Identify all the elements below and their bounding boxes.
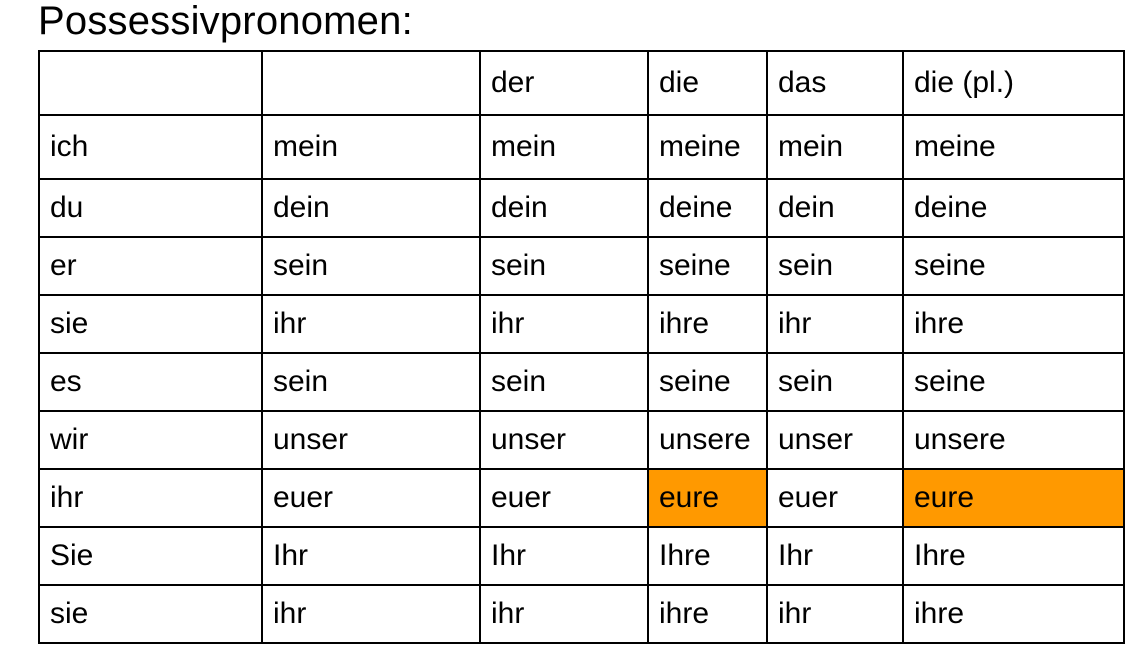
table-cell: sein [479, 352, 649, 412]
table-row: du dein dein deine dein deine [38, 178, 1125, 238]
table-cell: seine [902, 352, 1125, 412]
table-cell: ihre [647, 584, 768, 644]
table-header-row: der die das die (pl.) [38, 50, 1125, 116]
table-cell: sie [38, 584, 263, 644]
table-cell: mein [766, 114, 904, 180]
possessive-pronoun-table: der die das die (pl.) ich mein mein mein… [38, 50, 1125, 644]
table-cell: ihr [766, 294, 904, 354]
table-cell: dein [479, 178, 649, 238]
table-row: sie ihr ihr ihre ihr ihre [38, 584, 1125, 644]
table-cell: mein [479, 114, 649, 180]
table-cell: sein [766, 352, 904, 412]
table-cell: Ihr [766, 526, 904, 586]
table-cell: meine [647, 114, 768, 180]
table-cell: ihr [479, 294, 649, 354]
table-cell: du [38, 178, 263, 238]
page-title: Possessivpronomen: [38, 0, 413, 43]
table-row: sie ihr ihr ihre ihr ihre [38, 294, 1125, 354]
table-cell: unsere [902, 410, 1125, 470]
table-cell: ihre [902, 584, 1125, 644]
table-cell: dein [261, 178, 481, 238]
table-cell: ihr [38, 468, 263, 528]
header-cell [38, 50, 263, 116]
table-row: er sein sein seine sein seine [38, 236, 1125, 296]
table-cell: sein [766, 236, 904, 296]
table-cell: ihr [766, 584, 904, 644]
table-cell: seine [902, 236, 1125, 296]
table-cell: sein [479, 236, 649, 296]
table-cell: unser [261, 410, 481, 470]
table-cell: ihr [261, 294, 481, 354]
table-cell: dein [766, 178, 904, 238]
highlighted-cell: eure [902, 468, 1125, 528]
header-cell-die-plural: die (pl.) [902, 50, 1125, 116]
header-cell [261, 50, 481, 116]
table-cell: seine [647, 236, 768, 296]
table-cell: wir [38, 410, 263, 470]
header-cell-das: das [766, 50, 904, 116]
table-cell: ihre [647, 294, 768, 354]
table-cell: er [38, 236, 263, 296]
table-row: ich mein mein meine mein meine [38, 114, 1125, 180]
table-cell: euer [766, 468, 904, 528]
table-cell: unsere [647, 410, 768, 470]
table-cell: Ihre [647, 526, 768, 586]
table-cell: euer [479, 468, 649, 528]
table-row: wir unser unser unsere unser unsere [38, 410, 1125, 470]
header-cell-der: der [479, 50, 649, 116]
table-cell: ihr [479, 584, 649, 644]
table-cell: meine [902, 114, 1125, 180]
table-cell: deine [647, 178, 768, 238]
table-cell: unser [766, 410, 904, 470]
table-cell: mein [261, 114, 481, 180]
table-row: ihr euer euer eure euer eure [38, 468, 1125, 528]
header-cell-die: die [647, 50, 768, 116]
table-cell: unser [479, 410, 649, 470]
table-cell: Ihr [261, 526, 481, 586]
table-cell: Ihre [902, 526, 1125, 586]
table-cell: sie [38, 294, 263, 354]
table-cell: sein [261, 352, 481, 412]
highlighted-cell: eure [647, 468, 768, 528]
table-cell: deine [902, 178, 1125, 238]
table-row: Sie Ihr Ihr Ihre Ihr Ihre [38, 526, 1125, 586]
table-cell: ihr [261, 584, 481, 644]
table-cell: sein [261, 236, 481, 296]
table-cell: es [38, 352, 263, 412]
table-cell: Sie [38, 526, 263, 586]
table-cell: seine [647, 352, 768, 412]
table-cell: Ihr [479, 526, 649, 586]
table-cell: euer [261, 468, 481, 528]
table-cell: ich [38, 114, 263, 180]
table-row: es sein sein seine sein seine [38, 352, 1125, 412]
table-cell: ihre [902, 294, 1125, 354]
